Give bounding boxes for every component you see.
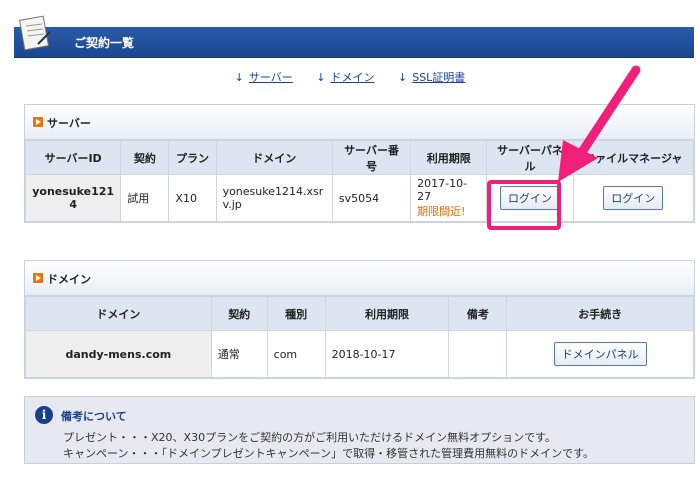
file-manager-cell: ログイン bbox=[572, 174, 695, 222]
table-row: yonesuke1214 試用 X10 yonesuke1214.xsrv.jp… bbox=[24, 174, 695, 222]
col-header: サーバーパネル bbox=[486, 140, 574, 175]
col-header: 種別 bbox=[266, 296, 326, 331]
server-plan: X10 bbox=[168, 174, 217, 222]
nav-link-server[interactable]: ↓ サーバー bbox=[235, 69, 293, 85]
domain-contract: 通常 bbox=[210, 330, 268, 378]
server-panel-header: サーバー bbox=[25, 105, 694, 140]
notes-line: プレゼント・・・X20、X30プランをご契約の方がご利用いただけるドメイン無料オ… bbox=[63, 431, 556, 444]
down-arrow-icon: ↓ bbox=[316, 71, 326, 84]
server-panel-title: サーバー bbox=[47, 117, 91, 130]
domain-name: dandy-mens.com bbox=[25, 330, 212, 378]
notes-line: キャンペーン・・・「ドメインプレゼントキャンペーン」で取得・移管された管理費用無… bbox=[63, 447, 594, 460]
col-header: 利用期限 bbox=[410, 140, 488, 175]
col-header: 契約 bbox=[210, 296, 268, 331]
server-panel: サーバー サーバーID 契約 プラン ドメイン サーバー番号 利用期限 サーバー… bbox=[24, 104, 695, 223]
table-header-row: サーバーID 契約 プラン ドメイン サーバー番号 利用期限 サーバーパネル フ… bbox=[24, 140, 695, 175]
table-row: dandy-mens.com 通常 com 2018-10-17 ドメインパネル bbox=[25, 330, 694, 378]
col-header: 契約 bbox=[120, 140, 170, 175]
server-id: yonesuke1214 bbox=[24, 174, 122, 222]
nav-link-ssl[interactable]: ↓ SSL証明書 bbox=[398, 69, 465, 85]
down-arrow-icon: ↓ bbox=[398, 71, 408, 84]
col-header: サーバーID bbox=[24, 140, 122, 175]
col-header: お手続き bbox=[506, 296, 694, 331]
highlight-box bbox=[487, 180, 561, 230]
col-header: 利用期限 bbox=[324, 296, 450, 331]
domain-table: ドメイン 契約 種別 利用期限 備考 お手続き dandy-mens.com 通… bbox=[25, 296, 694, 378]
domain-expiry: 2018-10-17 bbox=[324, 330, 450, 378]
anchor-nav: ↓ サーバー ↓ ドメイン ↓ SSL証明書 bbox=[0, 69, 700, 85]
file-manager-login-button[interactable]: ログイン bbox=[603, 186, 664, 210]
down-arrow-icon: ↓ bbox=[234, 71, 244, 84]
col-header: サーバー番号 bbox=[331, 140, 412, 175]
server-contract: 試用 bbox=[120, 174, 170, 222]
orange-square-arrow-icon bbox=[33, 117, 43, 127]
domain-panel-title: ドメイン bbox=[47, 273, 91, 286]
expiry-warning: 期限間近! bbox=[417, 205, 466, 218]
page-title: ご契約一覧 bbox=[74, 36, 135, 50]
domain-note bbox=[448, 330, 508, 378]
domain-panel: ドメイン ドメイン 契約 種別 利用期限 備考 お手続き dandy-mens.… bbox=[24, 260, 695, 379]
notes-title: 備考について bbox=[61, 410, 127, 423]
col-header: ドメイン bbox=[25, 296, 212, 331]
server-number: sv5054 bbox=[331, 174, 412, 222]
col-header: ドメイン bbox=[215, 140, 333, 175]
col-header: 備考 bbox=[448, 296, 508, 331]
domain-type: com bbox=[266, 330, 326, 378]
domain-action-cell: ドメインパネル bbox=[506, 330, 694, 378]
server-expiry: 2017-10-27 bbox=[417, 177, 468, 203]
contract-document-icon bbox=[18, 15, 51, 51]
nav-link-domain[interactable]: ↓ ドメイン bbox=[316, 69, 374, 85]
domain-panel-button[interactable]: ドメインパネル bbox=[553, 342, 647, 366]
domain-panel-header: ドメイン bbox=[25, 261, 694, 296]
page-header: ご契約一覧 bbox=[14, 27, 694, 58]
server-table: サーバーID 契約 プラン ドメイン サーバー番号 利用期限 サーバーパネル フ… bbox=[24, 140, 695, 222]
col-header: ファイルマネージャ bbox=[572, 140, 695, 175]
col-header: プラン bbox=[168, 140, 217, 175]
server-domain: yonesuke1214.xsrv.jp bbox=[215, 174, 333, 222]
info-icon: i bbox=[35, 406, 53, 424]
table-header-row: ドメイン 契約 種別 利用期限 備考 お手続き bbox=[25, 296, 694, 331]
notes-box: i 備考について プレゼント・・・X20、X30プランをご契約の方がご利用いただ… bbox=[24, 396, 695, 464]
server-expiry-cell: 2017-10-27 期限間近! bbox=[410, 174, 488, 222]
orange-square-arrow-icon bbox=[33, 273, 43, 283]
